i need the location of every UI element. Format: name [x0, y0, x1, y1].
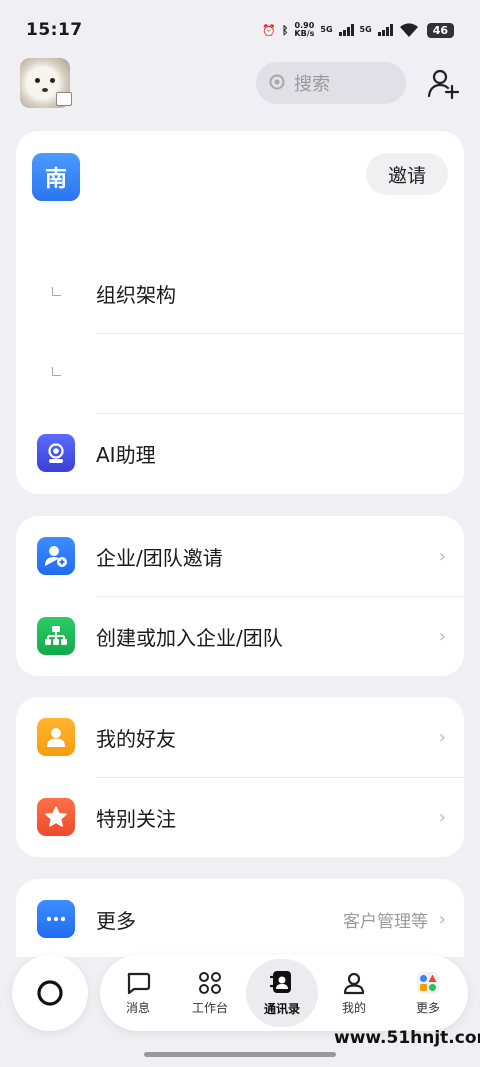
my-friends-row[interactable]: 我的好友 ›: [16, 697, 464, 777]
alarm-icon: ⏰: [262, 23, 276, 37]
chat-icon: [127, 972, 151, 994]
net-speed: 0.90 KB/s: [294, 21, 315, 38]
more-extra-label: 客户管理等: [343, 911, 428, 932]
contacts-icon: [270, 970, 291, 993]
ai-assistant-icon: [37, 434, 75, 472]
invite-button[interactable]: 邀请: [366, 153, 448, 195]
more-dots-icon: [37, 900, 75, 938]
tab-contacts[interactable]: 通讯录: [246, 959, 318, 1027]
person-icon: [343, 972, 365, 994]
tab-label: 更多: [415, 1000, 440, 1015]
tab-label: 我的: [341, 1000, 366, 1015]
device-status-icon: [56, 92, 72, 106]
org-department-row[interactable]: [16, 333, 464, 413]
tab-label: 工作台: [191, 1000, 228, 1015]
search-icon: [269, 74, 285, 90]
more-row[interactable]: 更多 客户管理等 ›: [16, 879, 464, 957]
add-contact-icon[interactable]: [426, 66, 460, 100]
bluetooth-icon: ᛒ: [281, 23, 289, 37]
header: 搜索: [0, 58, 480, 116]
wifi-icon: [399, 23, 418, 37]
tree-branch-icon: [52, 367, 61, 376]
status-bar: 15:17 ⏰ ᛒ 0.90 KB/s 5G 5G 46: [0, 0, 480, 60]
special-follow-label: 特别关注: [96, 806, 176, 831]
ai-assistant-label: AI助理: [96, 442, 156, 467]
bottom-navigation: 消息 工作台 通讯录 我的 更多: [0, 950, 480, 1067]
tab-me[interactable]: 我的: [318, 959, 390, 1027]
chevron-right-icon: ›: [438, 545, 446, 567]
tab-more[interactable]: 更多: [392, 959, 464, 1027]
chevron-right-icon: ›: [438, 625, 446, 647]
ai-ring-button[interactable]: [12, 955, 88, 1031]
tab-label: 通讯录: [263, 1001, 300, 1016]
team-invite-icon: [37, 537, 75, 575]
org-badge[interactable]: 南: [32, 153, 80, 201]
more-label: 更多: [96, 908, 136, 933]
team-invite-label: 企业/团队邀请: [96, 545, 223, 570]
tab-workbench[interactable]: 工作台: [174, 959, 246, 1027]
signal2-icon: [377, 24, 393, 36]
status-time: 15:17: [26, 20, 83, 40]
sim2-indicator: 5G: [359, 25, 372, 34]
sim1-indicator: 5G: [320, 25, 333, 34]
ai-assistant-row[interactable]: AI助理: [16, 413, 464, 493]
status-icons: ⏰ ᛒ 0.90 KB/s 5G 5G 46: [262, 22, 454, 38]
team-card: 企业/团队邀请 › 创建或加入企业/团队 ›: [16, 516, 464, 676]
tree-branch-icon: [52, 287, 61, 296]
friends-card: 我的好友 › 特别关注 ›: [16, 697, 464, 857]
special-follow-row[interactable]: 特别关注 ›: [16, 777, 464, 857]
tab-messages[interactable]: 消息: [102, 959, 174, 1027]
search-input[interactable]: 搜索: [256, 62, 406, 104]
org-structure-row[interactable]: 组织架构: [16, 253, 464, 333]
organization-card: 南 邀请 组织架构 AI助理: [16, 131, 464, 494]
friend-icon: [37, 718, 75, 756]
search-placeholder: 搜索: [294, 74, 330, 95]
my-friends-label: 我的好友: [96, 726, 176, 751]
team-invite-row[interactable]: 企业/团队邀请 ›: [16, 516, 464, 596]
signal1-icon: [338, 24, 354, 36]
grid-icon: [199, 971, 221, 994]
chevron-right-icon: ›: [438, 908, 446, 930]
org-structure-label: 组织架构: [96, 282, 176, 307]
org-chart-icon: [37, 617, 75, 655]
chevron-right-icon: ›: [438, 726, 446, 748]
create-join-team-label: 创建或加入企业/团队: [96, 625, 283, 650]
tab-label: 消息: [125, 1000, 150, 1015]
battery-indicator: 46: [426, 22, 454, 38]
home-indicator[interactable]: [144, 1052, 336, 1057]
chevron-right-icon: ›: [438, 806, 446, 828]
more-card: 更多 客户管理等 ›: [16, 879, 464, 957]
star-icon: [37, 798, 75, 836]
create-join-team-row[interactable]: 创建或加入企业/团队 ›: [16, 596, 464, 676]
watermark: www.51hnjt.com: [334, 1028, 480, 1048]
ring-icon: [37, 980, 63, 1006]
apps-icon: [417, 971, 439, 994]
tab-bar: 消息 工作台 通讯录 我的 更多: [100, 955, 468, 1031]
